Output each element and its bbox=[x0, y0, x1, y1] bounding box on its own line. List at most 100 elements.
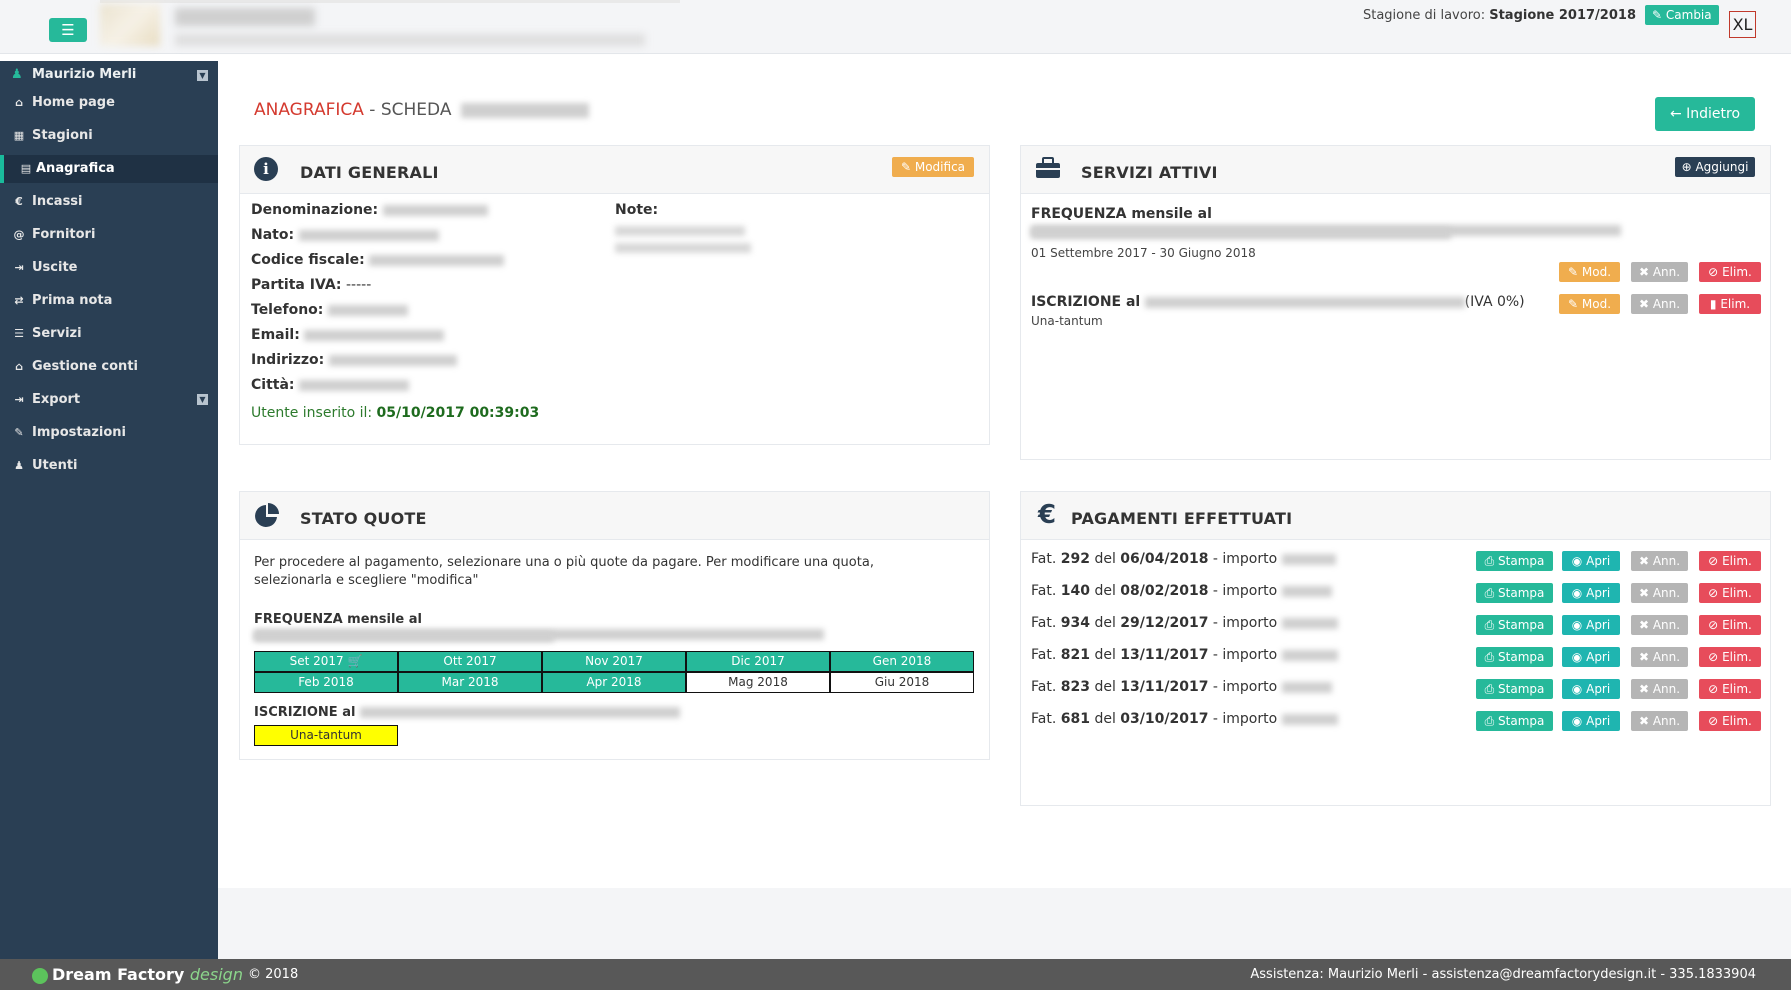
month-cell[interactable]: Dic 2017 bbox=[686, 651, 830, 672]
chevron-down-icon[interactable]: ▼ bbox=[197, 394, 208, 405]
sidebar-item-servizi[interactable]: ☰ Servizi bbox=[0, 320, 218, 348]
stampa-button[interactable]: ⎙ Stampa bbox=[1476, 551, 1553, 571]
season-label: Stagione di lavoro: bbox=[1362, 8, 1486, 23]
month-cell[interactable]: Mag 2018 bbox=[686, 672, 830, 693]
close-icon: ✖ bbox=[1638, 297, 1649, 311]
month-cell[interactable]: Mar 2018 bbox=[398, 672, 542, 693]
quote-frequenza-blurred bbox=[254, 632, 554, 642]
month-cell[interactable]: Giu 2018 bbox=[830, 672, 974, 693]
hamburger-icon: ☰ bbox=[61, 21, 75, 39]
panel-pagamenti: € PAGAMENTI EFFETTUATI Fat. 292 del 06/0… bbox=[1020, 491, 1771, 806]
apri-button[interactable]: ◉ Apri bbox=[1562, 679, 1620, 699]
month-cell[interactable]: Gen 2018 bbox=[830, 651, 974, 672]
elim-payment-button[interactable]: ⊘ Elim. bbox=[1699, 615, 1761, 635]
ann-payment-button[interactable]: ✖ Ann. bbox=[1631, 711, 1688, 731]
at-icon: @ bbox=[13, 228, 25, 241]
brand-logo-icon bbox=[32, 967, 48, 984]
service-iscrizione-sub: Una-tantum bbox=[1031, 314, 1103, 328]
eye-icon: ◉ bbox=[1571, 554, 1583, 568]
ann-service-button[interactable]: ✖ Ann. bbox=[1631, 262, 1688, 282]
sidebar-item-fornitori[interactable]: @ Fornitori bbox=[0, 221, 218, 249]
panel-dati-generali: i DATI GENERALI ✎ Modifica Denominazione… bbox=[239, 145, 990, 445]
sidebar-item-incassi[interactable]: € Incassi bbox=[0, 188, 218, 216]
elim-payment-button[interactable]: ⊘ Elim. bbox=[1699, 679, 1761, 699]
stampa-button[interactable]: ⎙ Stampa bbox=[1476, 615, 1553, 635]
change-season-button[interactable]: ✎ Cambia bbox=[1645, 5, 1719, 25]
page-title: ANAGRAFICA - SCHEDA bbox=[254, 100, 589, 120]
payment-text: Fat. 292 del 06/04/2018 - importo bbox=[1031, 551, 1336, 567]
pencil-icon: ✎ bbox=[1567, 265, 1579, 279]
stampa-button[interactable]: ⎙ Stampa bbox=[1476, 711, 1553, 731]
mod-service-button[interactable]: ✎ Mod. bbox=[1559, 262, 1620, 282]
sidebar-item-uscite[interactable]: ⇥ Uscite bbox=[0, 254, 218, 282]
apri-button[interactable]: ◉ Apri bbox=[1562, 615, 1620, 635]
sidebar-item-export[interactable]: ⇥ Export ▼ bbox=[0, 386, 218, 414]
apri-button[interactable]: ◉ Apri bbox=[1562, 647, 1620, 667]
stampa-button[interactable]: ⎙ Stampa bbox=[1476, 583, 1553, 603]
sidebar-item-home[interactable]: ⌂ Home page bbox=[0, 89, 218, 117]
month-cell[interactable]: Feb 2018 bbox=[254, 672, 398, 693]
field-email: Email: bbox=[251, 325, 445, 345]
eye-icon: ◉ bbox=[1571, 682, 1583, 696]
ban-icon: ⊘ bbox=[1708, 554, 1719, 568]
elim-service-button[interactable]: ⊘ Elim. bbox=[1699, 262, 1761, 282]
field-indirizzo: Indirizzo: bbox=[251, 350, 457, 370]
elim-service-button[interactable]: ▮ Elim. bbox=[1699, 294, 1761, 314]
elim-payment-button[interactable]: ⊘ Elim. bbox=[1699, 647, 1761, 667]
close-icon: ✖ bbox=[1638, 618, 1649, 632]
pie-chart-icon bbox=[254, 503, 279, 527]
chevron-down-icon[interactable]: ▼ bbox=[197, 70, 208, 81]
ann-payment-button[interactable]: ✖ Ann. bbox=[1631, 615, 1688, 635]
sidebar-item-stagioni[interactable]: ▦ Stagioni bbox=[0, 122, 218, 150]
apri-button[interactable]: ◉ Apri bbox=[1562, 551, 1620, 571]
sidebar-item-prima-nota[interactable]: ⇄ Prima nota bbox=[0, 287, 218, 315]
sidebar-item-utenti[interactable]: ♟ Utenti bbox=[0, 452, 218, 480]
school-address-blurred bbox=[175, 34, 645, 46]
arrow-left-icon: ← bbox=[1669, 106, 1682, 122]
eye-icon: ◉ bbox=[1571, 586, 1583, 600]
ann-payment-button[interactable]: ✖ Ann. bbox=[1631, 583, 1688, 603]
sidebar-item-gestione-conti[interactable]: ⌂ Gestione conti bbox=[0, 353, 218, 381]
ban-icon: ⊘ bbox=[1708, 586, 1719, 600]
stampa-button[interactable]: ⎙ Stampa bbox=[1476, 679, 1553, 699]
apri-button[interactable]: ◉ Apri bbox=[1562, 711, 1620, 731]
mod-service-button[interactable]: ✎ Mod. bbox=[1559, 294, 1620, 314]
xl-logo[interactable]: XL bbox=[1729, 11, 1756, 38]
menu-toggle-button[interactable]: ☰ bbox=[49, 18, 87, 42]
sidebar-item-anagrafica[interactable]: ▤ Anagrafica bbox=[0, 155, 218, 183]
payment-text: Fat. 823 del 13/11/2017 - importo bbox=[1031, 679, 1332, 695]
elim-payment-button[interactable]: ⊘ Elim. bbox=[1699, 711, 1761, 731]
back-button[interactable]: ← Indietro bbox=[1655, 97, 1755, 131]
change-season-label: Cambia bbox=[1665, 8, 1712, 22]
sidebar-user[interactable]: ♟ Maurizio Merli ▼ bbox=[0, 66, 218, 86]
sidebar: ♟ Maurizio Merli ▼ ⌂ Home page ▦ Stagion… bbox=[0, 61, 218, 959]
edit-button[interactable]: ✎ Modifica bbox=[892, 157, 974, 177]
top-strip bbox=[100, 0, 680, 3]
quote-iscrizione-heading: ISCRIZIONE al bbox=[254, 705, 680, 720]
close-icon: ✖ bbox=[1638, 650, 1649, 664]
euro-icon: € bbox=[1037, 500, 1057, 530]
inserted-date: Utente inserito il: 05/10/2017 00:39:03 bbox=[251, 405, 540, 421]
ann-payment-button[interactable]: ✖ Ann. bbox=[1631, 679, 1688, 699]
add-service-button[interactable]: ⊕ Aggiungi bbox=[1675, 157, 1755, 177]
season-info: Stagione di lavoro: Stagione 2017/2018 bbox=[1363, 7, 1636, 25]
trash-icon: ▮ bbox=[1709, 297, 1717, 311]
ann-payment-button[interactable]: ✖ Ann. bbox=[1631, 551, 1688, 571]
elim-payment-button[interactable]: ⊘ Elim. bbox=[1699, 551, 1761, 571]
ann-service-button[interactable]: ✖ Ann. bbox=[1631, 294, 1688, 314]
stampa-button[interactable]: ⎙ Stampa bbox=[1476, 647, 1553, 667]
month-cell[interactable]: Set 2017 🛒 bbox=[254, 651, 398, 672]
apri-button[interactable]: ◉ Apri bbox=[1562, 583, 1620, 603]
sidebar-item-impostazioni[interactable]: ✎ Impostazioni bbox=[0, 419, 218, 447]
ban-icon: ⊘ bbox=[1708, 265, 1719, 279]
panel-title: DATI GENERALI bbox=[300, 163, 439, 182]
una-tantum-cell[interactable]: Una-tantum bbox=[254, 725, 398, 746]
field-note: Note: bbox=[615, 202, 659, 218]
ann-payment-button[interactable]: ✖ Ann. bbox=[1631, 647, 1688, 667]
season-value: Stagione 2017/2018 bbox=[1489, 8, 1636, 23]
month-cell[interactable]: Nov 2017 bbox=[542, 651, 686, 672]
month-cell[interactable]: Apr 2018 bbox=[542, 672, 686, 693]
elim-payment-button[interactable]: ⊘ Elim. bbox=[1699, 583, 1761, 603]
month-cell[interactable]: Ott 2017 bbox=[398, 651, 542, 672]
exchange-icon: ⇄ bbox=[14, 294, 24, 307]
